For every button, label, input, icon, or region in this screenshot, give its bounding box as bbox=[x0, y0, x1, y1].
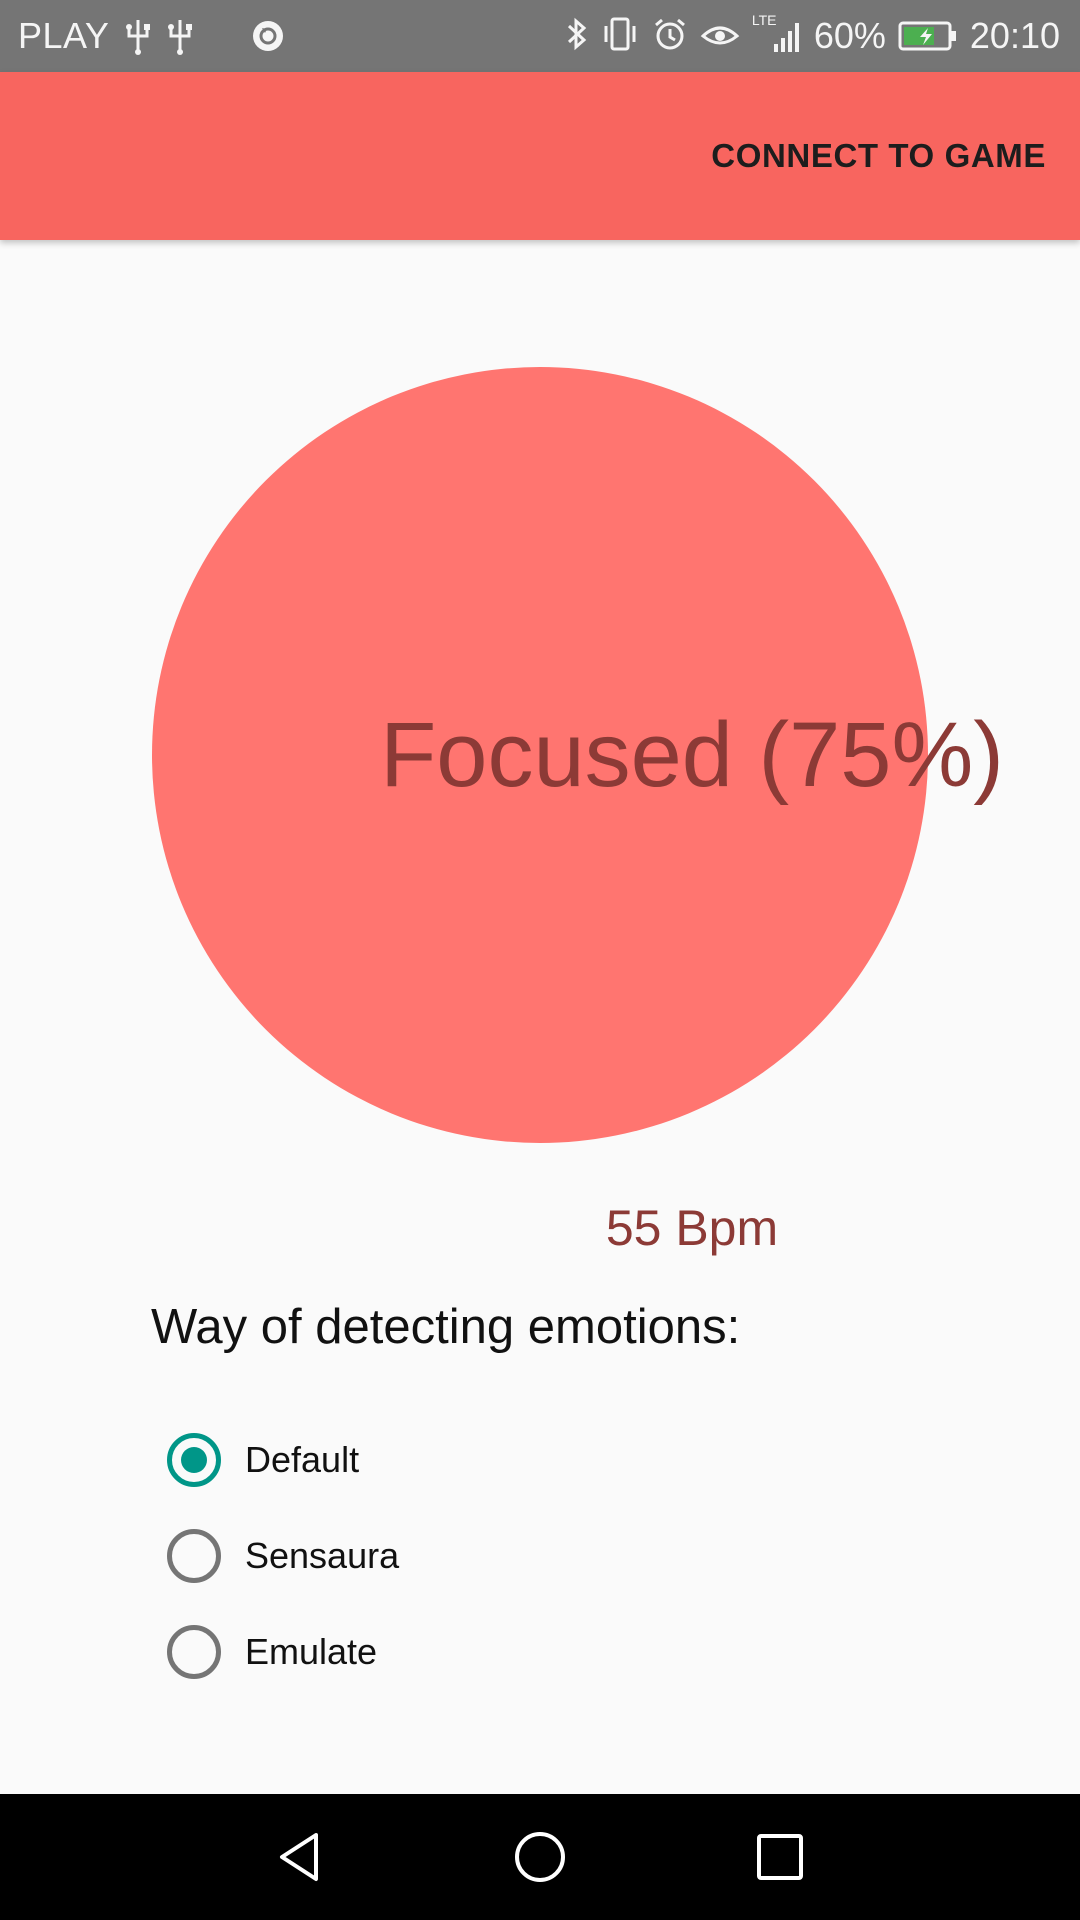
carrier-name: PLAY bbox=[18, 15, 110, 56]
status-bar-right: LTE 60% 20:10 bbox=[566, 0, 1060, 72]
sync-icon bbox=[251, 19, 285, 53]
emotion-state-label: Focused (75%) bbox=[380, 704, 1004, 806]
status-bar-left: PLAY bbox=[18, 0, 285, 72]
radio-label-default: Default bbox=[245, 1439, 360, 1480]
bluetooth-icon bbox=[566, 16, 588, 57]
radio-option-emulate[interactable]: Emulate bbox=[167, 1621, 377, 1683]
usb-debug-icon bbox=[167, 16, 193, 56]
status-bar: PLAY LTE 60% 20:10 bbox=[0, 0, 1080, 72]
back-icon[interactable] bbox=[272, 1829, 328, 1885]
signal-icon: LTE bbox=[752, 12, 802, 54]
radio-label-sensaura: Sensaura bbox=[245, 1535, 400, 1576]
radio-option-sensaura[interactable]: Sensaura bbox=[167, 1525, 399, 1587]
alarm-icon bbox=[652, 16, 688, 57]
radio-button-emulate[interactable] bbox=[167, 1625, 221, 1679]
home-icon[interactable] bbox=[512, 1829, 568, 1885]
heart-rate-label: 55 Bpm bbox=[605, 1200, 779, 1256]
eye-comfort-icon bbox=[700, 16, 740, 57]
radio-option-default[interactable]: Default bbox=[167, 1429, 359, 1491]
recents-icon[interactable] bbox=[752, 1829, 808, 1885]
battery-percent: 60% bbox=[813, 15, 886, 56]
radio-label-emulate: Emulate bbox=[245, 1631, 378, 1672]
network-type-label: LTE bbox=[751, 12, 777, 28]
radio-button-sensaura[interactable] bbox=[167, 1529, 221, 1583]
usb-icon bbox=[125, 16, 151, 56]
detection-method-heading: Way of detecting emotions: bbox=[151, 1300, 741, 1354]
connect-to-game-button[interactable]: CONNECT TO GAME bbox=[711, 72, 1046, 240]
battery-icon bbox=[898, 20, 958, 52]
clock: 20:10 bbox=[969, 15, 1060, 56]
app-bar: CONNECT TO GAME bbox=[0, 72, 1080, 240]
vibrate-icon bbox=[600, 16, 640, 57]
emotion-indicator-circle: Focused (75%) 55 Bpm bbox=[152, 367, 1004, 1253]
navigation-bar bbox=[0, 1794, 1080, 1920]
radio-button-default[interactable] bbox=[167, 1433, 221, 1487]
